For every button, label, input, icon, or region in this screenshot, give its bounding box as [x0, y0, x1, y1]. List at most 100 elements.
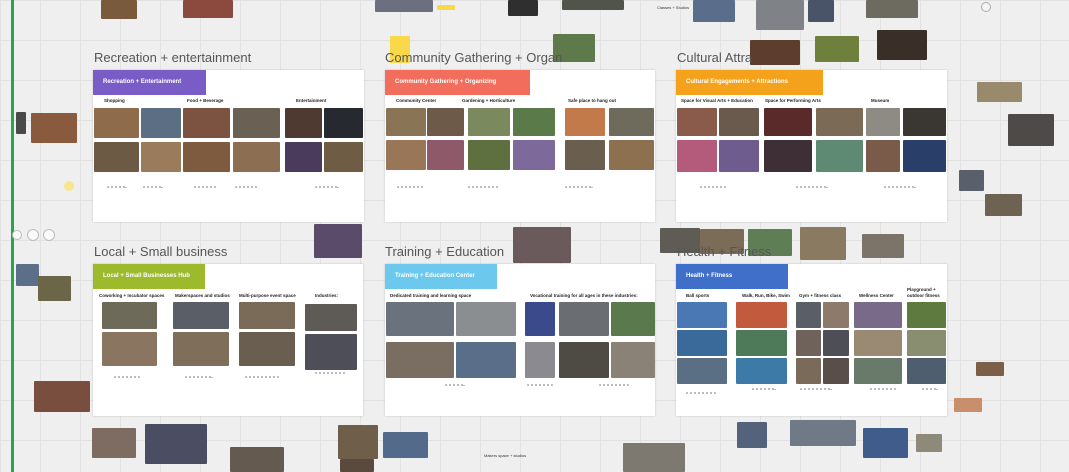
- board-photo[interactable]: [796, 330, 821, 356]
- board-photo[interactable]: [800, 227, 846, 260]
- board-recreation[interactable]: Recreation + Entertainment Shopping Food…: [93, 70, 364, 222]
- board-photo[interactable]: [862, 234, 904, 258]
- board-photo[interactable]: [386, 140, 426, 170]
- board-photo[interactable]: [736, 358, 787, 384]
- board-photo[interactable]: [863, 428, 908, 458]
- board-photo[interactable]: [38, 276, 71, 301]
- board-photo[interactable]: [183, 108, 230, 138]
- board-photo[interactable]: [324, 108, 363, 138]
- board-photo[interactable]: [854, 358, 902, 384]
- board-photo[interactable]: [101, 0, 137, 19]
- connector-node[interactable]: [43, 229, 55, 241]
- board-photo[interactable]: [456, 302, 516, 336]
- board-photo[interactable]: [383, 432, 428, 458]
- board-photo[interactable]: [796, 302, 821, 328]
- board-training[interactable]: Training + Education Center Dedicated tr…: [385, 264, 655, 416]
- board-photo[interactable]: [102, 332, 157, 366]
- board-photo[interactable]: [677, 358, 727, 384]
- board-photo[interactable]: [808, 0, 834, 22]
- board-photo[interactable]: [513, 108, 555, 136]
- board-photo[interactable]: [736, 302, 787, 328]
- board-photo[interactable]: [183, 142, 230, 172]
- board-photo[interactable]: [94, 142, 139, 172]
- board-photo[interactable]: [854, 330, 902, 356]
- board-photo[interactable]: [764, 108, 812, 136]
- board-photo[interactable]: [737, 422, 767, 448]
- board-photo[interactable]: [559, 302, 609, 336]
- board-photo[interactable]: [677, 302, 727, 328]
- board-photo[interactable]: [611, 342, 655, 378]
- board-photo[interactable]: [815, 36, 859, 62]
- board-photo[interactable]: [141, 142, 181, 172]
- board-photo[interactable]: [230, 447, 284, 472]
- board-photo[interactable]: [525, 302, 555, 336]
- board-photo[interactable]: [907, 330, 946, 356]
- board-health[interactable]: Health + Fitness Ball sports Walk, Run, …: [676, 264, 947, 416]
- user-icon[interactable]: [981, 2, 991, 12]
- board-photo[interactable]: [985, 194, 1022, 216]
- board-photo[interactable]: [305, 304, 357, 331]
- board-photo[interactable]: [796, 358, 821, 384]
- board-photo[interactable]: [611, 302, 655, 336]
- board-photo[interactable]: [375, 0, 433, 12]
- board-photo[interactable]: [719, 140, 759, 172]
- board-photo[interactable]: [977, 82, 1022, 102]
- board-photo[interactable]: [1008, 114, 1054, 146]
- board-photo[interactable]: [954, 398, 982, 412]
- connector-node[interactable]: [12, 230, 22, 240]
- board-photo[interactable]: [823, 330, 849, 356]
- board-photo[interactable]: [866, 0, 918, 18]
- board-photo[interactable]: [750, 40, 800, 65]
- board-photo[interactable]: [719, 108, 759, 136]
- board-photo[interactable]: [340, 459, 374, 472]
- board-photo[interactable]: [823, 302, 849, 328]
- board-photo[interactable]: [468, 108, 510, 136]
- board-photo[interactable]: [677, 330, 727, 356]
- board-photo[interactable]: [609, 108, 654, 136]
- board-photo[interactable]: [324, 142, 363, 172]
- board-photo[interactable]: [562, 0, 624, 10]
- board-photo[interactable]: [866, 108, 900, 136]
- board-photo[interactable]: [386, 302, 454, 336]
- board-photo[interactable]: [816, 140, 863, 172]
- board-photo[interactable]: [285, 142, 322, 172]
- board-photo[interactable]: [790, 420, 856, 446]
- board-photo[interactable]: [239, 302, 295, 329]
- board-photo[interactable]: [525, 342, 555, 378]
- board-photo[interactable]: [959, 170, 984, 191]
- board-photo[interactable]: [565, 140, 605, 170]
- board-photo[interactable]: [764, 140, 812, 172]
- board-photo[interactable]: [823, 358, 849, 384]
- board-photo[interactable]: [916, 434, 942, 452]
- board-photo[interactable]: [976, 362, 1004, 376]
- board-photo[interactable]: [736, 330, 787, 356]
- board-photo[interactable]: [513, 140, 555, 170]
- connector-node[interactable]: [27, 229, 39, 241]
- board-photo[interactable]: [92, 428, 136, 458]
- board-photo[interactable]: [386, 342, 454, 378]
- board-photo[interactable]: [693, 0, 735, 22]
- board-photo[interactable]: [173, 332, 229, 366]
- board-photo[interactable]: [677, 108, 717, 136]
- board-photo[interactable]: [285, 108, 322, 138]
- board-photo[interactable]: [677, 140, 717, 172]
- board-photo[interactable]: [427, 108, 464, 136]
- board-photo[interactable]: [173, 302, 229, 329]
- board-community[interactable]: Community Gathering + Organizing Communi…: [385, 70, 655, 222]
- board-photo[interactable]: [456, 342, 516, 378]
- board-photo[interactable]: [31, 113, 77, 143]
- board-photo[interactable]: [565, 108, 605, 136]
- board-photo[interactable]: [386, 108, 426, 136]
- board-photo[interactable]: [145, 424, 207, 464]
- board-local-business[interactable]: Local + Small Businesses Hub Coworking +…: [93, 264, 363, 416]
- board-photo[interactable]: [907, 302, 946, 328]
- board-photo[interactable]: [94, 108, 139, 138]
- board-photo[interactable]: [141, 108, 181, 138]
- board-photo[interactable]: [239, 332, 295, 366]
- board-photo[interactable]: [34, 381, 90, 412]
- board-photo[interactable]: [854, 302, 902, 328]
- board-photo[interactable]: [233, 108, 280, 138]
- board-photo[interactable]: [756, 0, 804, 30]
- board-photo[interactable]: [866, 140, 900, 172]
- board-photo[interactable]: [427, 140, 464, 170]
